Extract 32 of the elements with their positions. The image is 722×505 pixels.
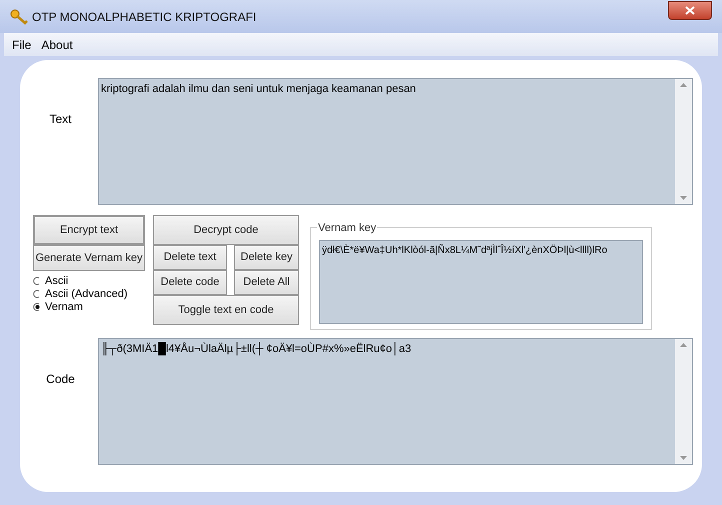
scrollbar[interactable] [675, 339, 692, 464]
decrypt-button[interactable]: Decrypt code [153, 215, 299, 245]
delete-button[interactable]: Delete All [234, 270, 299, 295]
toggle-button[interactable]: Toggle text en code [153, 295, 299, 325]
key-field[interactable]: ÿdł€\È*ë¥Wa‡Uh*lKlòól-ã|Ñx8L¼M˜dªjÌlˆÎ½íXl'¿ènXÖÞl|ù<llll)lRo [319, 240, 643, 324]
radio-button[interactable] [33, 277, 41, 285]
close-icon [685, 6, 695, 15]
radio-button[interactable] [33, 290, 41, 298]
text-area[interactable]: kriptografi adalah ilmu dan seni untuk menjaga keamanan pesan [98, 78, 693, 205]
delete-button[interactable]: Delete key [234, 245, 299, 270]
delete-button[interactable]: Delete text [153, 245, 227, 270]
scroll-up-icon[interactable] [680, 83, 687, 87]
close-button[interactable] [668, 1, 712, 20]
radio-label: Vernam [45, 300, 83, 315]
window-title: OTP MONOALPHABETIC KRIPTOGRAFI [32, 8, 256, 26]
scrollbar[interactable] [675, 79, 692, 204]
radio-button[interactable] [33, 303, 41, 311]
delete-button[interactable]: Delete code [153, 270, 227, 295]
encrypt-button[interactable]: Encrypt text [33, 215, 145, 245]
scroll-up-icon[interactable] [680, 343, 687, 347]
text-area[interactable]: ╟┬ð(3MIÄ1█l4¥Åu¬ÙlaÄlµ├±ll(┼ ¢oÄ¥l=oÙP#x%»eËlRu¢o│a3 [98, 338, 693, 465]
generate-key-button[interactable]: Generate Vernam key [33, 245, 145, 271]
scroll-down-icon[interactable] [680, 196, 687, 200]
menu-item[interactable]: File [12, 36, 32, 54]
key-icon [10, 8, 28, 24]
scroll-down-icon[interactable] [680, 456, 687, 460]
field-label: Code [45, 371, 76, 388]
radio-label: Ascii (Advanced) [45, 286, 128, 302]
menu-item[interactable]: About [41, 36, 73, 54]
group-label: Vernam key [317, 220, 378, 236]
field-label: Text [48, 111, 72, 128]
radio-label: Ascii [45, 274, 68, 289]
